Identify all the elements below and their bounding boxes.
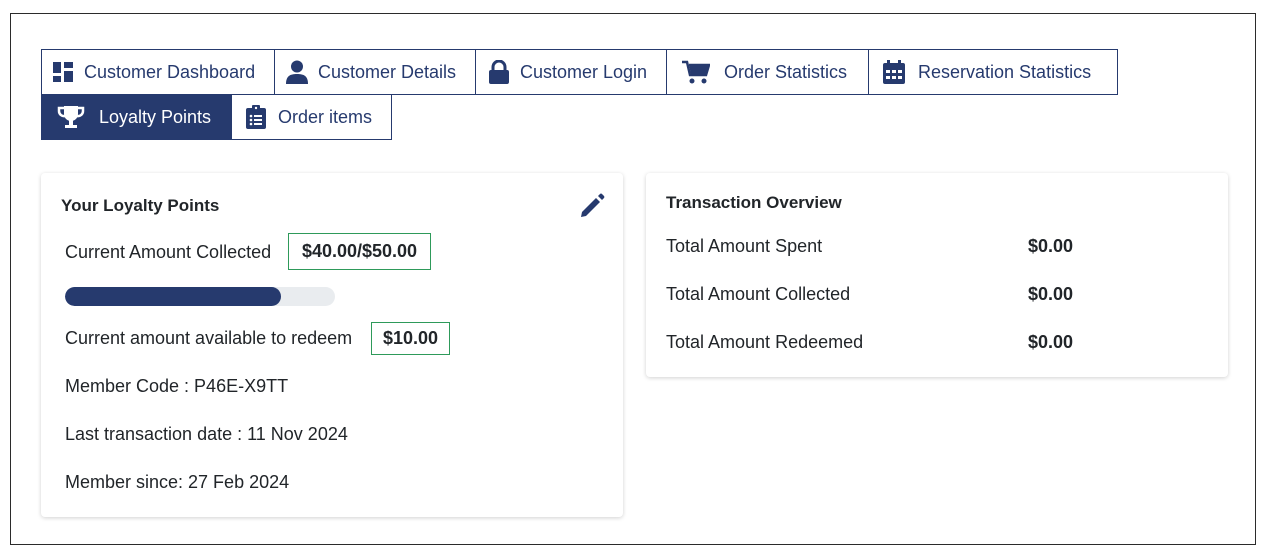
pencil-icon[interactable]	[579, 193, 605, 219]
loyalty-progress-bar	[65, 287, 335, 306]
total-collected-value: $0.00	[1028, 284, 1074, 304]
tab-reservation-statistics[interactable]: Reservation Statistics	[868, 49, 1118, 95]
tab-label: Customer Dashboard	[84, 61, 256, 82]
tab-order-statistics[interactable]: Order Statistics	[666, 49, 869, 95]
tab-label: Reservation Statistics	[918, 61, 1092, 82]
lock-icon	[488, 60, 510, 84]
tab-label: Order Statistics	[724, 61, 848, 82]
card-title: Your Loyalty Points	[61, 196, 220, 215]
dashboard-icon	[52, 61, 74, 83]
loyalty-progress-fill	[65, 287, 281, 306]
card-title: Transaction Overview	[666, 193, 842, 212]
loyalty-points-card: Your Loyalty Points Current Amount Colle…	[41, 173, 623, 517]
tab-label: Customer Login	[520, 61, 648, 82]
tab-customer-login[interactable]: Customer Login	[475, 49, 667, 95]
transaction-overview-card: Transaction Overview Total Amount Spent …	[646, 173, 1228, 377]
cart-icon	[682, 60, 710, 84]
user-icon	[286, 60, 308, 84]
total-spent-label: Total Amount Spent	[666, 236, 823, 256]
collected-label: Current Amount Collected	[65, 242, 272, 262]
collected-value: $40.00/$50.00	[288, 233, 431, 270]
calendar-icon	[883, 60, 905, 84]
member-code: Member Code : P46E-X9TT	[65, 376, 289, 396]
clipboard-list-icon	[246, 105, 266, 129]
tab-loyalty-points[interactable]: Loyalty Points	[41, 94, 232, 140]
total-spent-value: $0.00	[1028, 236, 1074, 256]
trophy-icon	[57, 105, 85, 129]
redeem-label: Current amount available to redeem	[65, 328, 353, 348]
total-redeemed-value: $0.00	[1028, 332, 1074, 352]
total-redeemed-label: Total Amount Redeemed	[666, 332, 864, 352]
tab-label: Loyalty Points	[99, 106, 212, 127]
redeem-value: $10.00	[371, 322, 450, 355]
total-collected-label: Total Amount Collected	[666, 284, 851, 304]
tab-order-items[interactable]: Order items	[231, 94, 392, 140]
tab-customer-dashboard[interactable]: Customer Dashboard	[41, 49, 275, 95]
tab-label: Order items	[278, 106, 373, 127]
tab-label: Customer Details	[318, 61, 457, 82]
last-transaction-date: Last transaction date : 11 Nov 2024	[65, 424, 348, 444]
tab-customer-details[interactable]: Customer Details	[274, 49, 476, 95]
member-since: Member since: 27 Feb 2024	[65, 472, 290, 492]
